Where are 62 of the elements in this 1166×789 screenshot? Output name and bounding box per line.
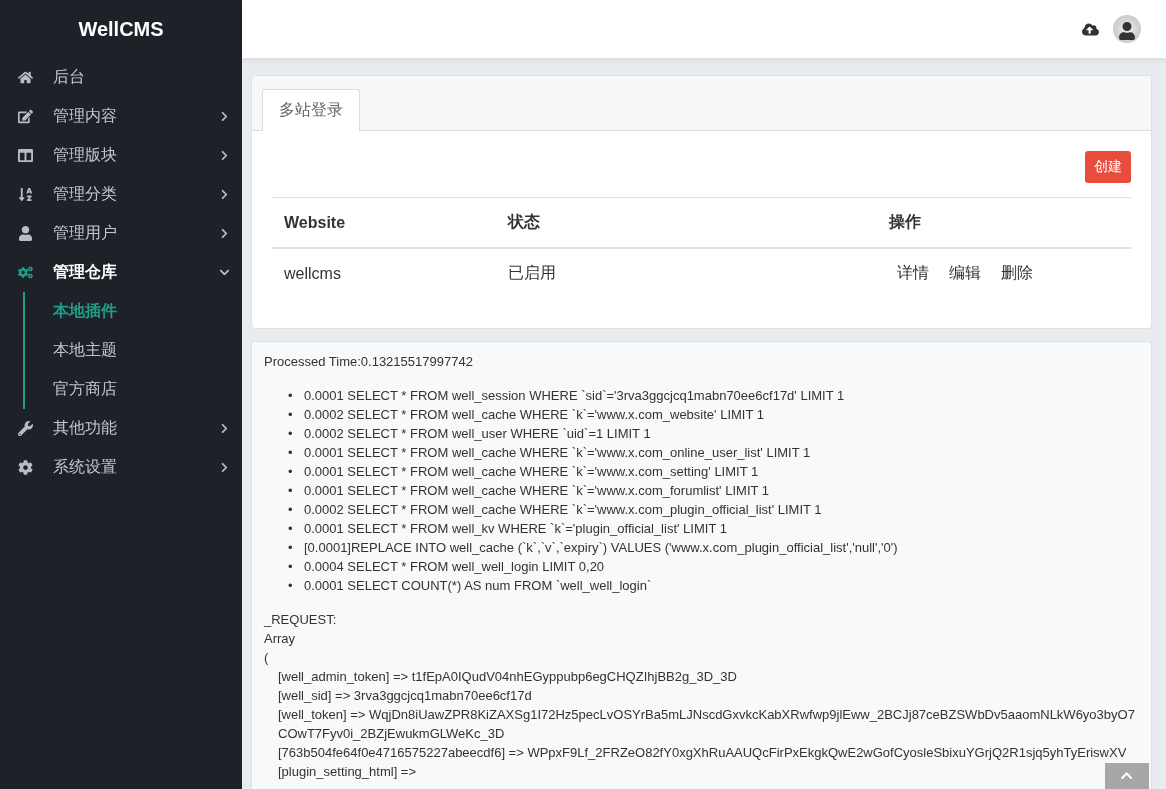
dump-line: [well_admin_token] => t1fEpA0IQudV04nhEGyppubp6egCHQZIhjBB2g_3D_3D <box>277 668 737 686</box>
action-link[interactable]: 详情 <box>897 264 929 281</box>
dump-line: [well_sid] => 3rva3ggcjcq1mabn70ee6cf17d <box>277 687 532 705</box>
wrench-icon <box>18 421 33 436</box>
submenu-item[interactable]: 官方商店 <box>25 370 242 409</box>
sidebar-item[interactable]: 管理仓库 <box>0 253 242 292</box>
table-cell: wellcms <box>272 248 496 298</box>
sidebar-item[interactable]: 其他功能 <box>0 409 242 448</box>
dump-line: ( <box>264 649 269 667</box>
submenu-item[interactable]: 本地插件 <box>25 292 242 331</box>
query-line: 0.0001 SELECT * FROM well_kv WHERE `k`='plugin_official_list' LIMIT 1 <box>304 520 727 538</box>
home-icon <box>18 70 33 85</box>
bullet: • <box>288 406 294 424</box>
gears-icon <box>18 265 33 280</box>
dump-line: Array <box>264 630 296 648</box>
query-line: 0.0001 SELECT COUNT(*) AS num FROM `well_well_login` <box>304 577 652 595</box>
bullet: • <box>288 444 294 462</box>
columns-icon <box>18 148 33 163</box>
avatar[interactable] <box>1113 15 1141 43</box>
bullet: • <box>288 577 294 595</box>
create-button[interactable]: 创建 <box>1085 151 1131 183</box>
column-header: 操作 <box>877 197 1131 248</box>
bullet: • <box>288 387 294 405</box>
query-line: 0.0002 SELECT * FROM well_cache WHERE `k`='www.x.com_website' LIMIT 1 <box>304 406 764 424</box>
edit-icon <box>18 109 33 124</box>
query-line: 0.0004 SELECT * FROM well_well_login LIMIT 0,20 <box>304 558 605 576</box>
user-icon <box>18 226 33 241</box>
settings-icon <box>18 460 33 475</box>
action-link[interactable]: 删除 <box>1001 264 1033 281</box>
dump-line: [763b504fe64f0e4716575227abeecdf6] => WPpxF9Lf_2FRZeO82fY0xgXhRuAAUQcFirPxEkgkQwE2wGofCyosleSbixuYGrjQ2R1sjq5yhTyEriswXV <box>277 744 1127 762</box>
sidebar-item[interactable]: 管理分类 <box>0 175 242 214</box>
query-line: [0.0001]REPLACE INTO well_cache (`k`,`v`,`expiry`) VALUES ('www.x.com_plugin_official_list','null','0') <box>304 539 898 557</box>
sidebar-item[interactable]: 管理内容 <box>0 97 242 136</box>
bullet: • <box>288 501 294 519</box>
bullet: • <box>288 520 294 538</box>
query-line: 0.0002 SELECT * FROM well_user WHERE `uid`=1 LIMIT 1 <box>304 425 651 443</box>
sidebar-item[interactable]: 后台 <box>0 58 242 97</box>
sidebar-item[interactable]: 系统设置 <box>0 448 242 487</box>
bullet: • <box>288 558 294 576</box>
sidebar-item[interactable]: 管理用户 <box>0 214 242 253</box>
query-line: 0.0002 SELECT * FROM well_cache WHERE `k`='www.x.com_plugin_official_list' LIMIT 1 <box>304 501 822 519</box>
action-link[interactable]: 编辑 <box>949 264 981 281</box>
dump-line: [well_token] => WqjDn8iUawZPR8KiZAXSg1I72Hz5pecLvOSYrBa5mLJNscdGxvkcKabXRwfwp9jlEww_2BCJj87ceBZSWbDv5aaomNLkW6yo3byO7COwT7Fyv0i_2BZjEwukmGLWeKc_3D <box>277 706 1136 743</box>
column-header: Website <box>272 197 496 248</box>
dump-line: _REQUEST: <box>264 611 337 629</box>
processed-time: Processed Time:0.13215517997742 <box>264 353 473 371</box>
bullet: • <box>288 482 294 500</box>
submenu-item[interactable]: 本地主题 <box>25 331 242 370</box>
dump-line: [plugin_setting_html] => <box>277 763 417 781</box>
column-header: 状态 <box>496 197 877 248</box>
tab[interactable]: 多站登录 <box>262 89 360 131</box>
sidebar-item[interactable]: 管理版块 <box>0 136 242 175</box>
brand-logo: WellCMS <box>77 16 165 42</box>
bullet: • <box>288 463 294 481</box>
query-line: 0.0001 SELECT * FROM well_cache WHERE `k`='www.x.com_online_user_list' LIMIT 1 <box>304 444 811 462</box>
query-line: 0.0001 SELECT * FROM well_cache WHERE `k`='www.x.com_forumlist' LIMIT 1 <box>304 482 770 500</box>
bullet: • <box>288 425 294 443</box>
bullet: • <box>288 539 294 557</box>
table-cell: 已启用 <box>496 248 877 298</box>
query-line: 0.0001 SELECT * FROM well_cache WHERE `k`='www.x.com_setting' LIMIT 1 <box>304 463 759 481</box>
sort-icon <box>18 187 33 202</box>
query-line: 0.0001 SELECT * FROM well_session WHERE `sid`='3rva3ggcjcq1mabn70ee6cf17d' LIMIT 1 <box>304 387 845 405</box>
